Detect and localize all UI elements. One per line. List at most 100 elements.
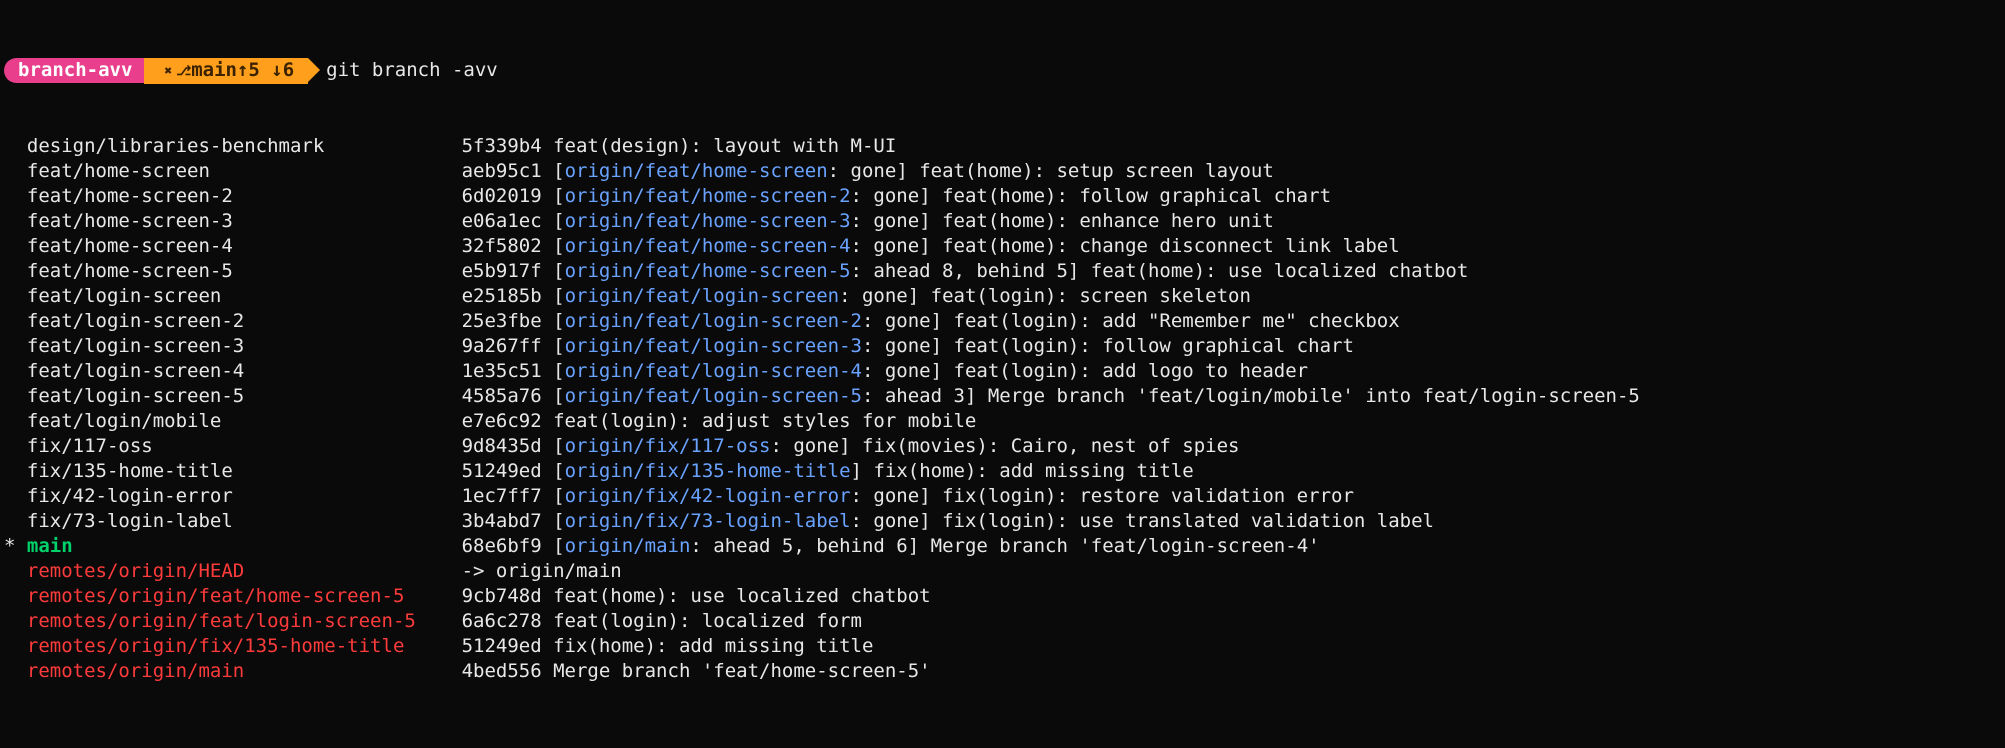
commit-subject: feat(login): add "Remember me" checkbox <box>954 310 1400 332</box>
branch-row: feat/login-screen-5 4585a76 [origin/feat… <box>4 384 2001 409</box>
git-branch-icon: ⎇ <box>176 64 191 79</box>
commit-sha: e25185b <box>462 285 542 307</box>
commit-subject: feat(login): add logo to header <box>954 360 1309 382</box>
upstream-ref: origin/feat/login-screen-3 <box>565 335 862 357</box>
current-marker <box>4 285 27 307</box>
tracking-status: : gone <box>862 310 931 332</box>
commit-subject: fix(home): add missing title <box>873 460 1193 482</box>
branch-row: remotes/origin/fix/135-home-title 51249e… <box>4 634 2001 659</box>
branch-row: design/libraries-benchmark 5f339b4 feat(… <box>4 134 2001 159</box>
current-marker <box>4 185 27 207</box>
branch-name: remotes/origin/main <box>27 660 462 682</box>
branch-row: feat/login-screen-3 9a267ff [origin/feat… <box>4 334 2001 359</box>
branch-name: fix/135-home-title <box>27 460 462 482</box>
upstream-ref: origin/feat/home-screen <box>565 160 828 182</box>
branch-name: feat/home-screen-2 <box>27 185 462 207</box>
current-marker <box>4 585 27 607</box>
symref-arrow: -> origin/main <box>462 560 622 582</box>
commit-subject: fix(login): use translated validation la… <box>942 510 1434 532</box>
upstream-ref: origin/feat/home-screen-2 <box>565 185 851 207</box>
prompt-dir-badge: branch-avv <box>4 58 144 83</box>
upstream-ref: origin/fix/73-login-label <box>565 510 851 532</box>
branch-name: remotes/origin/feat/home-screen-5 <box>27 585 462 607</box>
upstream-ref: origin/feat/home-screen-3 <box>565 210 851 232</box>
commit-sha: 9a267ff <box>462 335 542 357</box>
branch-name: fix/73-login-label <box>27 510 462 532</box>
current-marker <box>4 210 27 232</box>
commit-subject: feat(home): change disconnect link label <box>942 235 1400 257</box>
branch-list: design/libraries-benchmark 5f339b4 feat(… <box>4 134 2001 684</box>
commit-sha: 32f5802 <box>462 235 542 257</box>
prompt-git-status: main↑5 ↓6 <box>191 59 294 81</box>
tracking-status: : gone <box>851 485 920 507</box>
prompt-git-badge: ✖ ⎇main↑5 ↓6 <box>144 58 308 84</box>
branch-name: feat/login-screen-5 <box>27 385 462 407</box>
commit-sha: 3b4abd7 <box>462 510 542 532</box>
commit-subject: fix(movies): Cairo, nest of spies <box>862 435 1240 457</box>
commit-sha: aeb95c1 <box>462 160 542 182</box>
upstream-ref: origin/fix/117-oss <box>565 435 771 457</box>
branch-name: feat/login-screen-2 <box>27 310 462 332</box>
branch-row: feat/home-screen-4 32f5802 [origin/feat/… <box>4 234 2001 259</box>
branch-name: feat/login-screen-3 <box>27 335 462 357</box>
branch-row: feat/login-screen-4 1e35c51 [origin/feat… <box>4 359 2001 384</box>
branch-row: feat/home-screen-5 e5b917f [origin/feat/… <box>4 259 2001 284</box>
upstream-ref: origin/feat/home-screen-5 <box>565 260 851 282</box>
branch-row: fix/73-login-label 3b4abd7 [origin/fix/7… <box>4 509 2001 534</box>
prompt-line: branch-avv ✖ ⎇main↑5 ↓6 git branch -avv <box>4 58 2001 84</box>
commit-sha: e5b917f <box>462 260 542 282</box>
commit-subject: feat(home): use localized chatbot <box>1091 260 1469 282</box>
command-text: git branch -avv <box>326 59 498 81</box>
branch-name: fix/117-oss <box>27 435 462 457</box>
commit-sha: 25e3fbe <box>462 310 542 332</box>
commit-sha: 1e35c51 <box>462 360 542 382</box>
commit-subject: feat(home): use localized chatbot <box>553 585 931 607</box>
current-marker <box>4 235 27 257</box>
upstream-ref: origin/feat/login-screen-4 <box>565 360 862 382</box>
branch-name: main <box>27 535 462 557</box>
tracking-status: : gone <box>851 235 920 257</box>
branch-name: feat/home-screen-5 <box>27 260 462 282</box>
branch-row: fix/135-home-title 51249ed [origin/fix/1… <box>4 459 2001 484</box>
current-marker <box>4 410 27 432</box>
current-marker <box>4 460 27 482</box>
branch-row: feat/login/mobile e7e6c92 feat(login): a… <box>4 409 2001 434</box>
current-marker <box>4 635 27 657</box>
current-marker <box>4 485 27 507</box>
commit-subject: feat(login): screen skeleton <box>931 285 1251 307</box>
upstream-ref: origin/fix/42-login-error <box>565 485 851 507</box>
commit-sha: 68e6bf9 <box>462 535 542 557</box>
branch-name: design/libraries-benchmark <box>27 135 462 157</box>
prompt-dir-label: branch-avv <box>18 59 132 81</box>
commit-sha: 9d8435d <box>462 435 542 457</box>
upstream-ref: origin/feat/login-screen-2 <box>565 310 862 332</box>
commit-subject: feat(home): enhance hero unit <box>942 210 1274 232</box>
current-marker <box>4 385 27 407</box>
upstream-ref: origin/feat/home-screen-4 <box>565 235 851 257</box>
current-marker <box>4 360 27 382</box>
branch-name: remotes/origin/HEAD <box>27 560 462 582</box>
branch-name: feat/home-screen <box>27 160 462 182</box>
tracking-status: : ahead 5, behind 6 <box>690 535 907 557</box>
branch-row: feat/login-screen-2 25e3fbe [origin/feat… <box>4 309 2001 334</box>
commit-subject: Merge branch 'feat/login-screen-4' <box>931 535 1320 557</box>
current-marker <box>4 610 27 632</box>
current-marker <box>4 310 27 332</box>
commit-sha: 51249ed <box>462 460 542 482</box>
current-marker <box>4 135 27 157</box>
branch-row: remotes/origin/HEAD -> origin/main <box>4 559 2001 584</box>
commit-subject: feat(design): layout with M-UI <box>553 135 896 157</box>
terminal[interactable]: branch-avv ✖ ⎇main↑5 ↓6 git branch -avv des… <box>0 0 2005 729</box>
tracking-status: : ahead 3 <box>862 385 965 407</box>
branch-name: feat/login-screen <box>27 285 462 307</box>
current-marker <box>4 510 27 532</box>
commit-subject: feat(login): localized form <box>553 610 862 632</box>
current-marker <box>4 560 27 582</box>
current-marker <box>4 435 27 457</box>
commit-sha: e06a1ec <box>462 210 542 232</box>
git-dirty-icon: ✖ <box>164 64 172 79</box>
branch-row: remotes/origin/feat/login-screen-5 6a6c2… <box>4 609 2001 634</box>
commit-sha: 1ec7ff7 <box>462 485 542 507</box>
commit-sha: e7e6c92 <box>462 410 542 432</box>
commit-sha: 6d02019 <box>462 185 542 207</box>
